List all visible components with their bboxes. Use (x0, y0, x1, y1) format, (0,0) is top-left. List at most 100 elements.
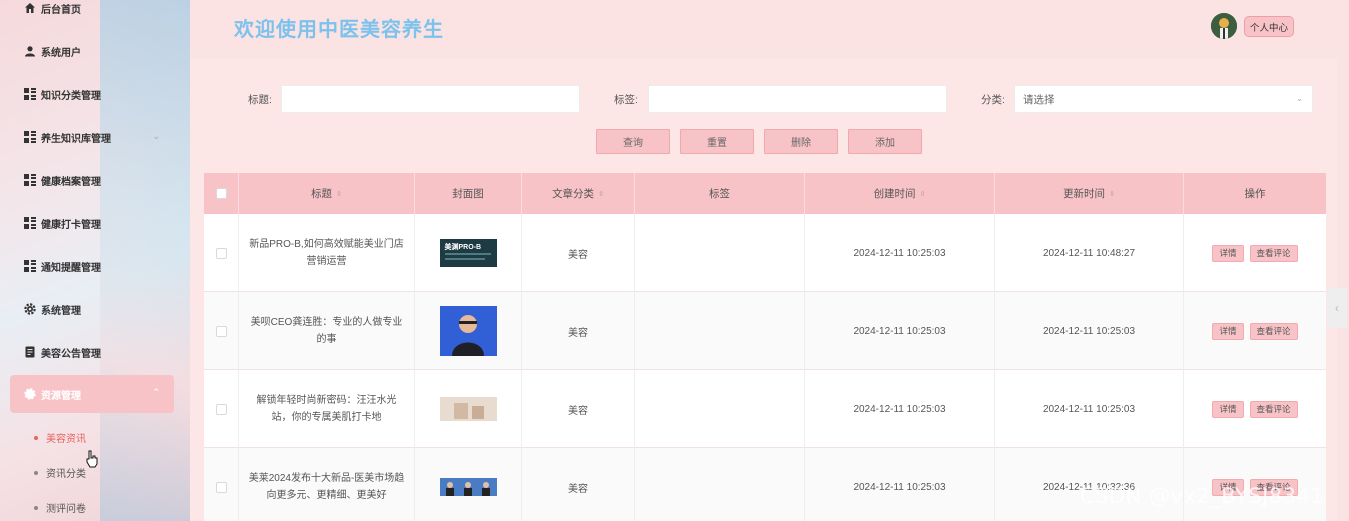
column-tag: 标签 (635, 173, 805, 214)
column-ops: 操作 (1244, 188, 1266, 200)
grid-icon (24, 174, 36, 186)
view-comments-button[interactable]: 查看评论 (1249, 322, 1298, 340)
table-header: 标题 ⇳ 封面图 文章分类 ⇳ 标签 创建时间 ⇳ 更新时间 ⇳ 操作 (204, 173, 1326, 214)
add-button[interactable]: 添加 (848, 129, 922, 154)
tag-filter-input[interactable] (648, 85, 947, 113)
row-title: 解锁年轻时尚新密码：汪汪水光站，你的专属美肌打卡地 (239, 370, 415, 448)
column-title[interactable]: 标题 ⇳ (239, 173, 415, 214)
sidebar-subitem-beauty-news[interactable]: 美容资讯 (34, 430, 86, 445)
grid-icon (24, 217, 36, 229)
select-all-checkbox[interactable] (215, 188, 227, 199)
row-tag (635, 370, 805, 448)
reset-button[interactable]: 重置 (680, 129, 754, 154)
sidebar: 后台首页 系统用户 知识分类管理 养生知识库管理 ⌄ 健康档案管理 健康打卡管理 (0, 0, 190, 521)
sidebar-item-label: 系统用户 (41, 47, 81, 59)
table-row: 解锁年轻时尚新密码：汪汪水光站，你的专属美肌打卡地 美容 2024-12-11 … (204, 370, 1326, 448)
sort-icon: ⇳ (919, 190, 926, 198)
grid-icon (24, 131, 36, 143)
tag-filter-label: 标签: (614, 94, 638, 106)
row-created: 2024-12-11 10:25:03 (805, 292, 995, 370)
column-category[interactable]: 文章分类 ⇳ (522, 173, 635, 214)
sort-icon: ⇳ (336, 190, 342, 198)
sidebar-item-label: 健康档案管理 (41, 176, 101, 188)
page-title: 欢迎使用中医美容养生 (234, 19, 444, 41)
row-title: 美呗CEO龚连胜：专业的人做专业的事 (239, 292, 415, 370)
view-comments-button[interactable]: 查看评论 (1249, 400, 1298, 418)
grid-icon (24, 88, 36, 100)
row-checkbox[interactable] (215, 247, 227, 259)
personal-center-button[interactable]: 个人中心 (1244, 16, 1294, 37)
column-cover: 封面图 (415, 173, 522, 214)
sort-icon: ⇳ (598, 190, 604, 198)
cover-image[interactable] (439, 306, 497, 356)
mouse-cursor-icon (85, 450, 99, 471)
row-category: 美容 (522, 448, 635, 521)
gear-icon (24, 303, 36, 315)
row-created: 2024-12-11 10:25:03 (805, 370, 995, 448)
sidebar-item-label: 后台首页 (41, 4, 81, 16)
document-icon (24, 346, 36, 358)
watermark: CSDN @vx2_BYSJ8341 (1080, 484, 1325, 508)
row-checkbox[interactable] (215, 325, 227, 337)
row-category: 美容 (522, 292, 635, 370)
sidebar-subitem-questionnaire[interactable]: 测评问卷 (34, 500, 86, 515)
detail-button[interactable]: 详情 (1212, 400, 1244, 418)
row-updated: 2024-12-11 10:25:03 (995, 370, 1184, 448)
sidebar-item-label: 知识分类管理 (41, 90, 101, 102)
column-updated[interactable]: 更新时间 ⇳ (995, 173, 1184, 214)
user-icon (24, 45, 36, 57)
sidebar-item-users[interactable]: 系统用户 (10, 33, 174, 69)
sidebar-item-resources[interactable]: 资源管理 ⌃ (10, 375, 174, 413)
chevron-down-icon: ⌄ (1296, 94, 1303, 103)
table-row: 美呗CEO龚连胜：专业的人做专业的事 美容 2024-12-11 10:25:0… (204, 292, 1326, 370)
row-tag (635, 292, 805, 370)
sidebar-item-label: 资源管理 (41, 390, 81, 402)
detail-button[interactable]: 详情 (1212, 244, 1244, 262)
delete-button[interactable]: 删除 (764, 129, 838, 154)
title-filter-label: 标题: (248, 94, 272, 106)
sidebar-item-system[interactable]: 系统管理 (10, 291, 174, 327)
sidebar-item-health-checkin[interactable]: 健康打卡管理 (10, 205, 174, 241)
sort-icon: ⇳ (1109, 190, 1115, 198)
row-created: 2024-12-11 10:25:03 (805, 214, 995, 292)
chevron-down-icon: ⌄ (152, 131, 160, 141)
category-select[interactable]: 请选择 ⌄ (1014, 85, 1313, 113)
sidebar-item-notifications[interactable]: 通知提醒管理 (10, 248, 174, 284)
sidebar-item-health-records[interactable]: 健康档案管理 (10, 162, 174, 198)
row-checkbox[interactable] (215, 403, 227, 415)
cover-image[interactable] (439, 397, 497, 421)
row-category: 美容 (522, 214, 635, 292)
row-title: 新品PRO-B,如何高效赋能美业门店营销运营 (239, 214, 415, 292)
chevron-up-icon: ⌃ (152, 387, 160, 397)
sidebar-item-beauty-notice[interactable]: 美容公告管理 (10, 334, 174, 370)
row-updated: 2024-12-11 10:25:03 (995, 292, 1184, 370)
sidebar-item-home[interactable]: 后台首页 (10, 0, 174, 26)
sidebar-item-label: 美容公告管理 (41, 348, 101, 360)
category-select-placeholder: 请选择 (1023, 93, 1055, 106)
sidebar-item-label: 健康打卡管理 (41, 219, 101, 231)
row-tag (635, 214, 805, 292)
cover-image[interactable]: 美渊PRO-B (439, 239, 497, 267)
avatar[interactable] (1211, 13, 1237, 39)
resource-icon (24, 388, 36, 400)
row-updated: 2024-12-11 10:48:27 (995, 214, 1184, 292)
column-created[interactable]: 创建时间 ⇳ (805, 173, 995, 214)
avatar-icon (1211, 13, 1237, 39)
row-category: 美容 (522, 370, 635, 448)
sidebar-item-knowledge-category[interactable]: 知识分类管理 (10, 76, 174, 112)
query-button[interactable]: 查询 (596, 129, 670, 154)
view-comments-button[interactable]: 查看评论 (1249, 244, 1298, 262)
row-checkbox[interactable] (215, 481, 227, 493)
row-tag (635, 448, 805, 521)
sidebar-item-label: 通知提醒管理 (41, 262, 101, 274)
sidebar-item-knowledge-base[interactable]: 养生知识库管理 ⌄ (10, 119, 174, 155)
sidebar-subitem-news-category[interactable]: 资讯分类 (34, 465, 86, 480)
title-filter-input[interactable] (281, 85, 580, 113)
table-row: 新品PRO-B,如何高效赋能美业门店营销运营 美渊PRO-B 美容 2024-1… (204, 214, 1326, 292)
cover-image[interactable] (439, 478, 497, 496)
category-filter-label: 分类: (981, 94, 1005, 106)
sidebar-item-label: 系统管理 (41, 305, 81, 317)
detail-button[interactable]: 详情 (1212, 322, 1244, 340)
sidebar-item-label: 养生知识库管理 (41, 133, 111, 145)
side-collapse-tab[interactable]: ‹ (1327, 288, 1347, 328)
